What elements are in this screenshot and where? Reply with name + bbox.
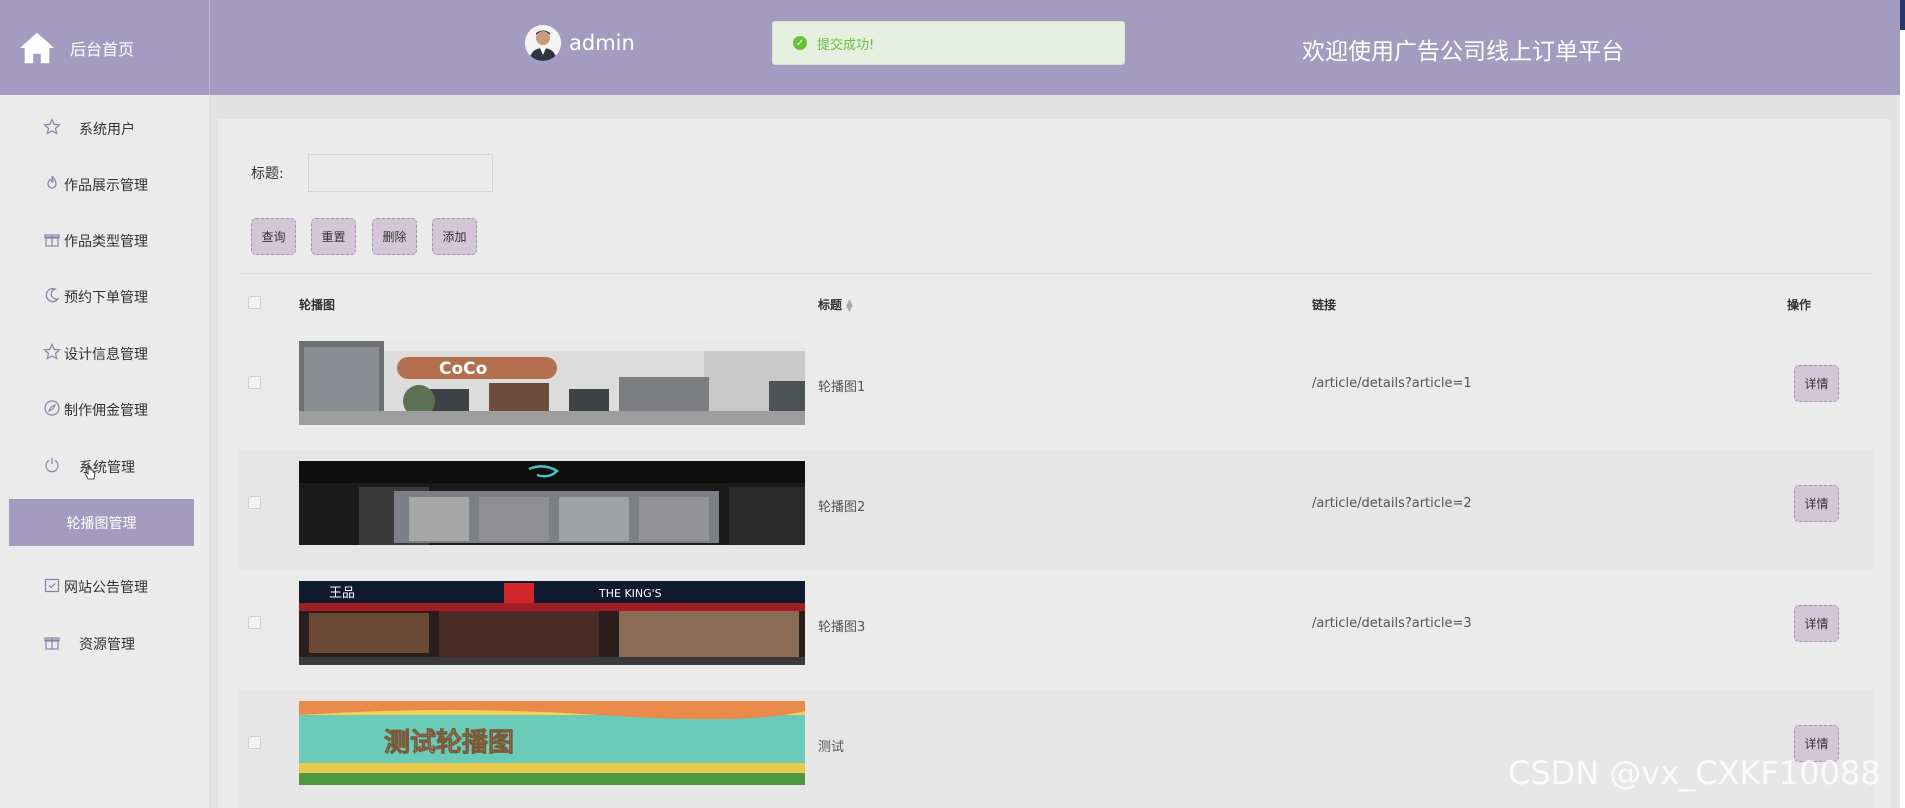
row-checkbox[interactable]	[248, 496, 261, 509]
home-label: 后台首页	[70, 39, 135, 59]
sort-icon[interactable]: ▲ ▼	[846, 298, 853, 313]
select-all-checkbox[interactable]	[248, 296, 261, 309]
success-toast: ✓ 提交成功!	[772, 21, 1125, 65]
home-link[interactable]: 后台首页	[0, 0, 210, 95]
sidebar-item-commission[interactable]: 制作佣金管理	[0, 386, 210, 432]
sidebar-item-label: 网站公告管理	[64, 580, 148, 596]
row-link[interactable]: /article/details?article=3	[1312, 616, 1472, 631]
top-header: 后台首页 admin ✓ 提交成功! 欢迎使用广告公司线上订单平台	[0, 0, 1900, 95]
compass-icon	[44, 400, 60, 416]
sidebar-item-works-display[interactable]: 作品展示管理	[0, 161, 210, 207]
window-edge-light	[1900, 30, 1905, 808]
table-row: 轮播图2 /article/details?article=2 详情	[238, 449, 1874, 569]
calendar-check-icon	[44, 578, 60, 593]
carousel-image	[299, 461, 805, 545]
sidebar-item-design-info[interactable]: 设计信息管理	[0, 330, 210, 376]
reset-button[interactable]: 重置	[311, 218, 356, 255]
sidebar-item-system-users[interactable]: 系统用户	[0, 105, 210, 151]
row-link[interactable]: /article/details?article=1	[1312, 376, 1472, 391]
star-icon	[43, 118, 61, 135]
header-link: 链接	[1312, 298, 1337, 312]
row-checkbox[interactable]	[248, 616, 261, 629]
mouse-cursor-icon	[84, 464, 96, 480]
home-icon	[19, 32, 55, 63]
moon-icon	[45, 288, 60, 303]
carousel-image: CoCo	[299, 341, 805, 425]
row-checkbox[interactable]	[248, 376, 261, 389]
row-title: 轮播图2	[818, 500, 866, 515]
row-link[interactable]: /article/details?article=2	[1312, 496, 1472, 511]
sidebar-item-label: 作品展示管理	[64, 178, 148, 194]
row-title: 测试	[818, 740, 845, 755]
gift-icon	[44, 234, 60, 247]
detail-button[interactable]: 详情	[1794, 365, 1839, 402]
sidebar-item-announcements[interactable]: 网站公告管理	[0, 563, 210, 609]
table-row: CoCo 轮播图1 /article/details?article=1 详情	[238, 329, 1874, 449]
star-icon	[43, 343, 61, 360]
title-search-input[interactable]	[308, 154, 493, 192]
row-title: 轮播图3	[818, 620, 866, 635]
toast-message: 提交成功!	[817, 37, 875, 53]
header-image: 轮播图	[299, 298, 336, 312]
sidebar: 系统用户 作品展示管理 作品类型管理 预约下单管理 设计信息管理 制作佣金管理 …	[0, 95, 210, 808]
user-info[interactable]: admin	[525, 25, 635, 61]
main-content: 标题: 查询 重置 删除 添加 轮播图 标题 ▲ ▼ 链接 操作 CoCo 轮播…	[216, 95, 1895, 808]
header-title[interactable]: 标题 ▲ ▼	[818, 296, 853, 313]
add-button[interactable]: 添加	[432, 218, 477, 255]
sidebar-item-system-management[interactable]: 系统管理	[0, 443, 210, 489]
carousel-image: 测试轮播图	[299, 701, 805, 785]
image-caption: THE KING'S	[598, 587, 662, 600]
welcome-text: 欢迎使用广告公司线上订单平台	[1302, 39, 1624, 65]
sidebar-item-resources[interactable]: 资源管理	[0, 620, 210, 666]
sidebar-item-label: 设计信息管理	[64, 347, 148, 363]
sidebar-item-label: 作品类型管理	[64, 234, 148, 250]
user-name: admin	[569, 31, 635, 55]
header-action: 操作	[1787, 298, 1812, 312]
image-caption: CoCo	[439, 359, 487, 379]
flame-icon	[47, 175, 57, 189]
sidebar-subitem-carousel[interactable]: 轮播图管理	[9, 499, 194, 546]
table-header: 轮播图 标题 ▲ ▼ 链接 操作	[238, 273, 1874, 329]
gift-icon	[44, 637, 60, 650]
sidebar-item-label: 资源管理	[79, 637, 135, 653]
watermark: CSDN @vx_CXKF10088	[1508, 754, 1881, 792]
sidebar-item-label: 预约下单管理	[64, 290, 148, 306]
image-caption: 测试轮播图	[384, 728, 514, 758]
query-button[interactable]: 查询	[251, 218, 296, 255]
power-icon	[45, 458, 59, 473]
row-checkbox[interactable]	[248, 736, 261, 749]
sidebar-item-label: 系统用户	[79, 122, 135, 138]
table-row: 王品 THE KING'S 轮播图3 /article/details?arti…	[238, 569, 1874, 689]
check-circle-icon: ✓	[793, 36, 807, 50]
carousel-panel: 标题: 查询 重置 删除 添加 轮播图 标题 ▲ ▼ 链接 操作 CoCo 轮播…	[218, 119, 1891, 808]
svg-text:王品: 王品	[329, 586, 355, 601]
sidebar-item-orders[interactable]: 预约下单管理	[0, 273, 210, 319]
sidebar-item-label: 制作佣金管理	[64, 403, 148, 419]
delete-button[interactable]: 删除	[372, 218, 417, 255]
avatar	[525, 25, 561, 61]
sidebar-item-work-types[interactable]: 作品类型管理	[0, 217, 210, 263]
detail-button[interactable]: 详情	[1794, 605, 1839, 642]
carousel-image: 王品 THE KING'S	[299, 581, 805, 665]
row-title: 轮播图1	[818, 380, 866, 395]
search-label: 标题:	[251, 166, 284, 182]
detail-button[interactable]: 详情	[1794, 485, 1839, 522]
header-title-text: 标题	[818, 298, 843, 312]
